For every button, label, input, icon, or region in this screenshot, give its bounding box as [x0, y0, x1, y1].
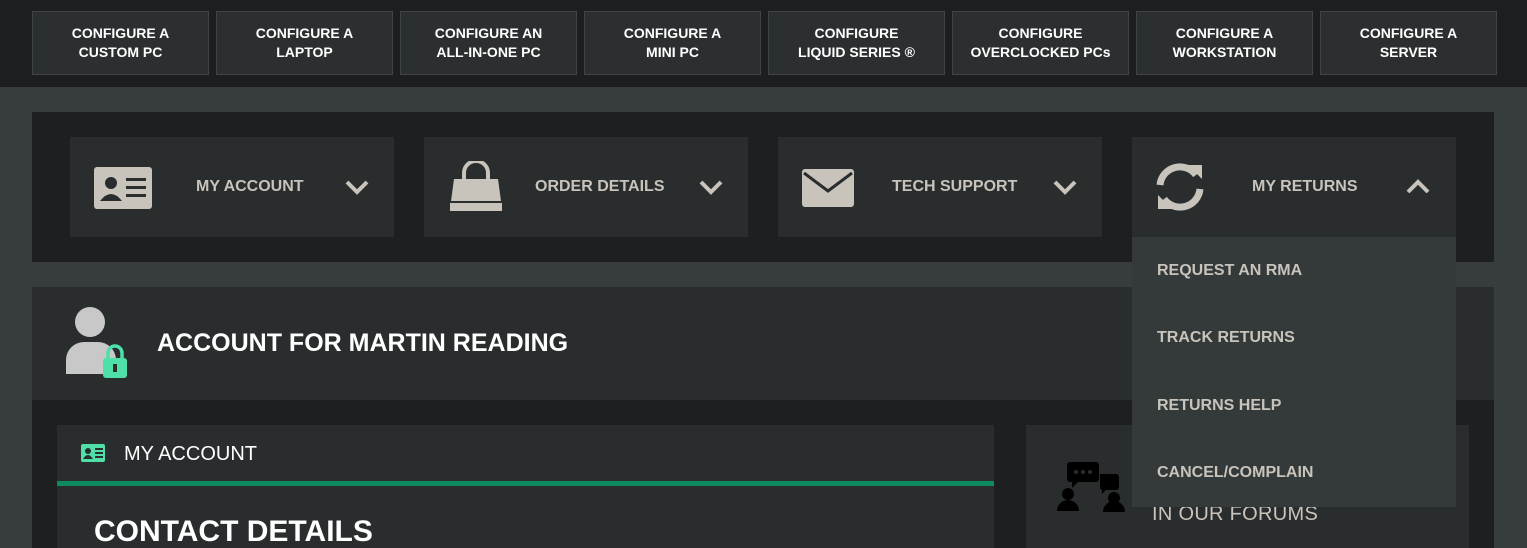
nav-my-returns-label: MY RETURNS — [1252, 178, 1358, 195]
configure-liquid-series-button[interactable]: CONFIGURE LIQUID SERIES ® — [768, 11, 945, 75]
shopping-bag-icon — [450, 161, 502, 211]
panel-accent-line — [57, 481, 994, 486]
configure-bar: CONFIGURE A CUSTOM PC CONFIGURE A LAPTOP… — [0, 0, 1527, 87]
configure-overclocked-button[interactable]: CONFIGURE OVERCLOCKED PCs — [952, 11, 1129, 75]
contact-details-heading: CONTACT DETAILS — [94, 515, 373, 548]
configure-label-line1: CONFIGURE A — [1175, 25, 1274, 41]
configure-label-line1: CONFIGURE A — [1359, 25, 1458, 41]
configure-label-line1: CONFIGURE AN — [434, 25, 543, 41]
configure-custom-pc-button[interactable]: CONFIGURE A CUSTOM PC — [32, 11, 209, 75]
configure-label-line2: SERVER — [1379, 44, 1438, 60]
id-card-icon — [81, 444, 105, 462]
nav-my-returns-button[interactable]: MY RETURNS — [1132, 137, 1456, 237]
track-returns-menu-item[interactable]: TRACK RETURNS — [1157, 328, 1295, 348]
chevron-down-icon — [699, 180, 723, 195]
configure-label-line2: LIQUID SERIES ® — [798, 44, 915, 60]
returns-help-menu-item[interactable]: RETURNS HELP — [1157, 396, 1281, 416]
chevron-down-icon — [345, 180, 369, 195]
configure-label-line2: CUSTOM PC — [78, 44, 163, 60]
configure-mini-pc-button[interactable]: CONFIGURE A MINI PC — [584, 11, 761, 75]
cancel-complain-menu-item[interactable]: CANCEL/COMPLAIN — [1157, 463, 1313, 483]
configure-label-line2: ALL-IN-ONE PC — [436, 44, 541, 60]
configure-label-line2: LAPTOP — [276, 44, 333, 60]
id-card-icon — [94, 167, 152, 209]
configure-workstation-button[interactable]: CONFIGURE A WORKSTATION — [1136, 11, 1313, 75]
nav-my-account-label: MY ACCOUNT — [196, 178, 304, 195]
account-title: ACCOUNT FOR MARTIN READING — [157, 329, 569, 357]
request-rma-menu-item[interactable]: REQUEST AN RMA — [1157, 261, 1302, 281]
configure-label-line1: CONFIGURE A — [71, 25, 170, 41]
envelope-icon — [802, 169, 854, 207]
configure-label-line2: OVERCLOCKED PCs — [970, 44, 1111, 60]
nav-order-details-button[interactable]: ORDER DETAILS — [424, 137, 748, 237]
configure-all-in-one-button[interactable]: CONFIGURE AN ALL-IN-ONE PC — [400, 11, 577, 75]
configure-label-line1: CONFIGURE — [998, 25, 1083, 41]
nav-my-account-button[interactable]: MY ACCOUNT — [70, 137, 394, 237]
chevron-up-icon — [1406, 179, 1430, 194]
refresh-icon — [1156, 163, 1204, 211]
configure-laptop-button[interactable]: CONFIGURE A LAPTOP — [216, 11, 393, 75]
user-lock-icon — [66, 307, 127, 378]
chevron-down-icon — [1053, 180, 1077, 195]
configure-label-line1: CONFIGURE — [814, 25, 899, 41]
forum-users-icon — [1057, 462, 1125, 512]
nav-tech-support-button[interactable]: TECH SUPPORT — [778, 137, 1102, 237]
nav-order-details-label: ORDER DETAILS — [535, 178, 665, 195]
configure-server-button[interactable]: CONFIGURE A SERVER — [1320, 11, 1497, 75]
configure-label-line2: MINI PC — [646, 44, 699, 60]
configure-label-line2: WORKSTATION — [1172, 44, 1277, 60]
nav-tech-support-label: TECH SUPPORT — [892, 178, 1018, 195]
configure-label-line1: CONFIGURE A — [623, 25, 722, 41]
configure-label-line1: CONFIGURE A — [255, 25, 354, 41]
my-account-panel-title: MY ACCOUNT — [124, 443, 257, 465]
